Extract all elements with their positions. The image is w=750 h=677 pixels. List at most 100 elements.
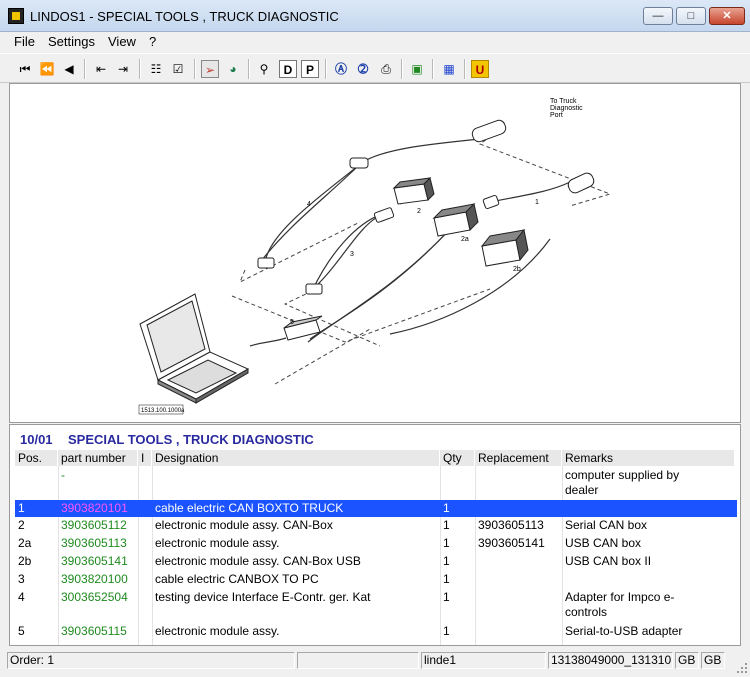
drawing-reference: 1513.100.1000a (141, 408, 185, 414)
toolbar-separator (84, 59, 86, 79)
column-header-remarks[interactable]: Remarks (562, 450, 735, 466)
close-button[interactable]: ✕ (709, 7, 745, 25)
fast-back-icon[interactable]: ⏪ (38, 60, 56, 78)
column-header-replacement[interactable]: Replacement (475, 450, 562, 466)
status-user: linde1 (421, 652, 546, 669)
cell-remarks: USB CAN box II (565, 554, 652, 568)
print-icon[interactable]: ⎙ (377, 60, 395, 78)
cell-pos: 5 (18, 624, 25, 638)
cell-designation: cable electric CANBOX TO PC (155, 572, 319, 586)
toolbar-separator (248, 59, 250, 79)
cell-qty: 1 (443, 536, 450, 550)
checklist-icon[interactable]: ☑ (169, 60, 187, 78)
cell-part-number: 3903820100 (61, 572, 128, 586)
grid-icon[interactable]: ▦ (440, 60, 458, 78)
minimize-button[interactable]: — (643, 7, 673, 25)
callout-4: 4 (307, 201, 311, 208)
toolbar-separator (464, 59, 466, 79)
cell-pos: 3 (18, 572, 25, 586)
app-logo-icon (8, 8, 24, 24)
group-title: SPECIAL TOOLS , TRUCK DIAGNOSTIC (68, 432, 314, 447)
menu-file[interactable]: File (14, 34, 35, 49)
column-header-designation[interactable]: Designation (152, 450, 440, 466)
cell-qty: 1 (443, 501, 450, 515)
column-header-qty[interactable]: Qty (440, 450, 475, 466)
document-icon[interactable]: D (279, 60, 297, 78)
cell-part-number: 3903605141 (61, 554, 128, 568)
circle-2-icon[interactable]: ➁ (354, 60, 372, 78)
toolbar: ⏮ ⏪ ◀ ⇤ ⇥ ☷ ☑ ➢ ◕ ⚲ D P Ⓐ ➁ ⎙ ▣ ▦ U (0, 53, 750, 83)
callout-5: 5 (290, 319, 294, 326)
cell-remarks: USB CAN box (565, 536, 642, 550)
menu-settings[interactable]: Settings (48, 34, 95, 49)
toolbar-separator (139, 59, 141, 79)
export-icon[interactable]: ▣ (408, 60, 426, 78)
previous-icon[interactable]: ◀ (60, 60, 78, 78)
cell-pos: 1 (18, 501, 25, 515)
page-back-icon[interactable]: ⇤ (92, 60, 110, 78)
table-row[interactable]: - computer supplied by dealer (15, 467, 737, 500)
cell-remarks: Serial-to-USB adapter (565, 624, 683, 638)
table-row[interactable]: 2b 3903605141 electronic module assy. CAN-… (15, 553, 737, 571)
status-code: 13138049000_131310 (548, 652, 673, 669)
cell-designation: electronic module assy. (155, 536, 280, 550)
parts-heading: 10/01 SPECIAL TOOLS , TRUCK DIAGNOSTIC (20, 432, 314, 447)
cell-designation: electronic module assy. CAN-Box USB (155, 554, 361, 568)
pointer-tool-icon[interactable]: ➢ (201, 60, 219, 78)
port-label-line-1: To Truck (550, 98, 577, 105)
maximize-button[interactable]: □ (676, 7, 706, 25)
column-header-pos[interactable]: Pos. (15, 450, 58, 466)
cell-qty: 1 (443, 518, 450, 532)
status-language-2: GB (701, 652, 725, 669)
cell-pos: 2a (18, 536, 32, 550)
cell-remarks: computer supplied by dealer (565, 468, 680, 497)
callout-2: 2 (417, 208, 421, 215)
callout-2a: 2a (461, 236, 469, 243)
cell-pos: 4 (18, 590, 25, 604)
status-order: Order: 1 (7, 652, 295, 669)
cell-qty: 1 (443, 590, 450, 604)
column-header-i[interactable]: I (138, 450, 152, 466)
cell-qty: 1 (443, 572, 450, 586)
table-row[interactable]: 4 3003652504 testing device Interface E-Co… (15, 589, 737, 623)
table-row[interactable]: 2a 3903605113 electronic module assy. 1 3903… (15, 535, 737, 553)
circle-a-icon[interactable]: Ⓐ (332, 60, 350, 78)
first-page-icon[interactable]: ⏮ (16, 60, 34, 78)
cell-designation: cable electric CAN BOXTO TRUCK (155, 501, 344, 515)
cell-designation: testing device Interface E-Contr. ger. K… (155, 590, 371, 604)
zoom-icon[interactable]: ⚲ (255, 60, 273, 78)
parts-list: 10/01 SPECIAL TOOLS , TRUCK DIAGNOSTIC Po… (9, 424, 741, 646)
toolbar-separator (432, 59, 434, 79)
callout-1: 1 (535, 199, 539, 206)
page-forward-icon[interactable]: ⇥ (114, 60, 132, 78)
cell-part-number: 3903605113 (61, 536, 127, 550)
port-label-line-3: Port (550, 112, 563, 119)
toolbar-separator (401, 59, 403, 79)
resize-grip-icon[interactable] (736, 662, 748, 674)
globe-icon[interactable]: ◕ (224, 60, 242, 78)
cell-replacement: 3903605113 (478, 518, 544, 532)
cell-remarks: Serial CAN box (565, 518, 648, 532)
cell-part-number: 3903820101 (61, 501, 128, 515)
cell-replacement: 3903605141 (478, 536, 545, 550)
status-empty (297, 652, 419, 669)
status-bar: Order: 1 linde1 13138049000_131310 GB GB (0, 649, 750, 677)
table-row[interactable]: 2 3903605112 electronic module assy. CAN-B… (15, 517, 737, 535)
cart-icon[interactable]: ☷ (147, 60, 165, 78)
table-row[interactable]: 5 3903605115 electronic module assy. 1 Seria… (15, 623, 737, 641)
cell-part-number: - (61, 468, 65, 482)
cell-part-number: 3003652504 (61, 590, 128, 604)
menu-view[interactable]: View (108, 34, 136, 49)
cell-part-number: 3903605112 (61, 518, 127, 532)
menu-help[interactable]: ? (149, 34, 156, 49)
cell-pos: 2b (18, 554, 32, 568)
column-header-part-number[interactable]: part number (58, 450, 138, 466)
page-icon[interactable]: P (301, 60, 319, 78)
cell-designation: electronic module assy. CAN-Box (155, 518, 333, 532)
table-row[interactable]: 3 3903820100 cable electric CANBOX TO PC 1 (15, 571, 737, 589)
exploded-drawing[interactable]: To Truck Diagnostic Port 1 2 2a 2b 3 4 5… (9, 83, 741, 423)
table-row[interactable]: 1 3903820101 cable electric CAN BOXTO TRUC… (15, 500, 737, 517)
group-number: 10/01 (20, 432, 53, 447)
u-icon[interactable]: U (471, 60, 489, 78)
window-title: LINDOS1 - SPECIAL TOOLS , TRUCK DIAGNOST… (30, 9, 339, 24)
